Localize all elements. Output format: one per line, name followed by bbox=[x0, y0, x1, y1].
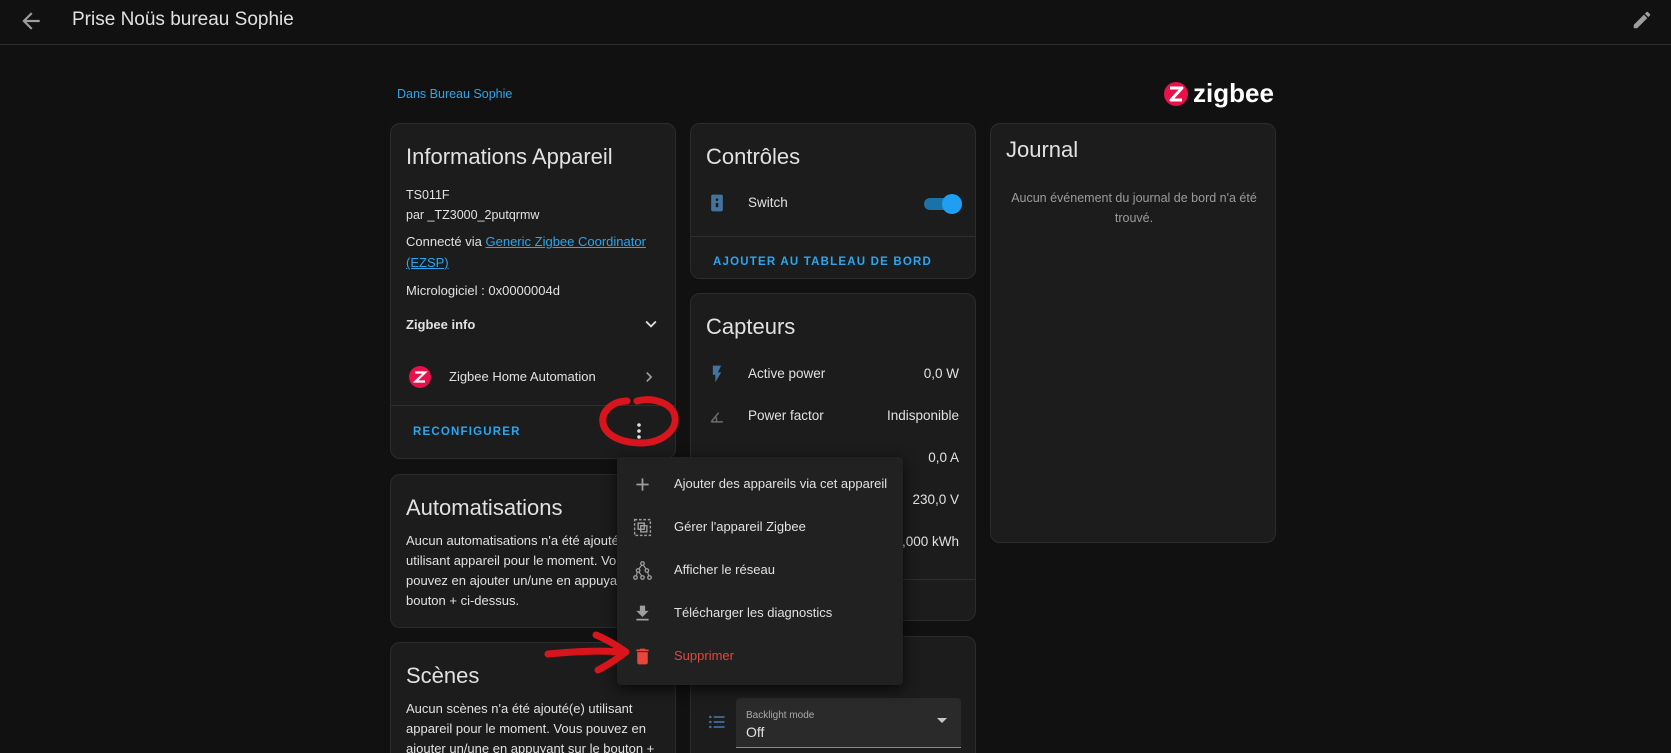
menu-item-manage-zigbee[interactable]: Gérer l'appareil Zigbee bbox=[617, 506, 903, 549]
menu-item-show-network[interactable]: Afficher le réseau bbox=[617, 549, 903, 592]
area-link[interactable]: Dans Bureau Sophie bbox=[397, 87, 512, 101]
card-title: Capteurs bbox=[706, 314, 796, 339]
sensor-label: Active power bbox=[748, 366, 826, 381]
select-label: Backlight mode bbox=[746, 710, 815, 721]
automations-empty-text: Aucun automatisations n'a été ajouté( ut… bbox=[406, 531, 628, 611]
journal-empty-text: Aucun événement du journal de bord n'a é… bbox=[991, 188, 1275, 228]
more-vertical-icon[interactable] bbox=[627, 419, 651, 443]
page-title: Prise Noüs bureau Sophie bbox=[72, 9, 294, 30]
top-app-bar: Prise Noüs bureau Sophie bbox=[0, 0, 1671, 45]
scenes-empty-text: Aucun scènes n'a été ajouté(e) utilisant… bbox=[406, 699, 654, 753]
add-to-dashboard-button[interactable]: AJOUTER AU TABLEAU DE BORD bbox=[713, 256, 932, 268]
text-line: utilisant appareil pour le moment. Vou bbox=[406, 553, 624, 568]
menu-item-delete[interactable]: Supprimer bbox=[617, 635, 903, 678]
text-line: pouvez en ajouter un/une en appuyant bbox=[406, 573, 628, 588]
card-title: Journal bbox=[1006, 137, 1079, 162]
format-list-bulleted-icon bbox=[709, 715, 725, 729]
card-title: Informations Appareil bbox=[406, 144, 613, 169]
text-line: Aucun scènes n'a été ajouté(e) utilisant bbox=[406, 701, 633, 716]
zigbee-integration-icon bbox=[409, 366, 431, 388]
switch-toggle[interactable] bbox=[924, 194, 962, 214]
trash-icon bbox=[636, 648, 649, 665]
reconfigure-button[interactable]: RECONFIGURER bbox=[413, 426, 521, 438]
menu-item-label: Gérer l'appareil Zigbee bbox=[674, 519, 806, 534]
card-title: Contrôles bbox=[706, 144, 801, 169]
sensor-value: 230,0 V bbox=[912, 492, 959, 507]
select-group-icon bbox=[633, 518, 652, 537]
menu-item-download-diagnostics[interactable]: Télécharger les diagnostics bbox=[617, 592, 903, 635]
edit-button[interactable] bbox=[1631, 9, 1655, 33]
card-title: Scènes bbox=[406, 663, 480, 688]
sensor-label: Power factor bbox=[748, 408, 824, 423]
connected-via-prefix: Connecté via bbox=[406, 234, 486, 249]
connected-via: Connecté via Generic Zigbee Coordinator bbox=[406, 234, 646, 249]
menu-item-label: Supprimer bbox=[674, 648, 734, 663]
card-divider bbox=[391, 405, 675, 406]
device-manufacturer: par _TZ3000_2putqrmw bbox=[406, 208, 540, 222]
plus-icon bbox=[636, 478, 649, 491]
network-icon bbox=[633, 561, 652, 580]
menu-item-label: Afficher le réseau bbox=[674, 562, 775, 577]
switch-label: Switch bbox=[748, 195, 788, 210]
toggle-thumb bbox=[942, 194, 962, 214]
pencil-icon bbox=[1633, 11, 1651, 29]
flash-icon bbox=[712, 365, 722, 383]
download-icon bbox=[636, 605, 649, 621]
chevron-down-icon bbox=[645, 320, 657, 328]
menu-item-label: Ajouter des appareils via cet appareil bbox=[674, 476, 888, 491]
text-line: trouvé. bbox=[1114, 211, 1154, 225]
overflow-menu: Ajouter des appareils via cet appareil G… bbox=[617, 457, 903, 685]
firmware-version: Micrologiciel : 0x0000004d bbox=[406, 283, 560, 298]
coordinator-link[interactable]: Generic Zigbee Coordinator bbox=[486, 234, 646, 249]
angle-acute-icon bbox=[710, 412, 723, 423]
text-line: appareil pour le moment. Vous pouvez en bbox=[406, 721, 646, 736]
sensor-value: 0,000 kWh bbox=[894, 534, 959, 549]
device-info-card: Informations Appareil TS011F par _TZ3000… bbox=[390, 123, 676, 459]
text-line: Aucun automatisations n'a été ajouté( bbox=[406, 533, 624, 548]
integration-row[interactable]: Zigbee Home Automation bbox=[391, 359, 675, 395]
chevron-right-icon bbox=[646, 372, 653, 382]
device-model: TS011F bbox=[406, 188, 450, 202]
zigbee-logo-text: zigbee bbox=[1193, 79, 1274, 108]
sensor-value: 0,0 A bbox=[928, 450, 959, 465]
dropdown-arrow-icon bbox=[937, 718, 947, 723]
backlight-mode-select[interactable]: Backlight mode Off bbox=[736, 698, 961, 748]
menu-item-add-devices[interactable]: Ajouter des appareils via cet appareil bbox=[617, 463, 903, 506]
integration-label: Zigbee Home Automation bbox=[449, 369, 596, 384]
journal-card: Journal Aucun événement du journal de bo… bbox=[990, 123, 1276, 543]
menu-item-label: Télécharger les diagnostics bbox=[674, 605, 833, 620]
zigbee-info-expander[interactable]: Zigbee info bbox=[406, 309, 662, 339]
power-socket-icon bbox=[711, 194, 723, 212]
text-line: ajouter un/une en appuyant sur le bouton… bbox=[406, 741, 655, 753]
controls-card: Contrôles Switch AJOUTER AU TABLEAU DE B… bbox=[690, 123, 976, 279]
text-line: bouton + ci-dessus. bbox=[406, 593, 520, 608]
sensor-value: 0,0 W bbox=[923, 366, 959, 381]
zigbee-info-label: Zigbee info bbox=[406, 317, 476, 332]
coordinator-link-continued[interactable]: (EZSP) bbox=[406, 255, 449, 270]
arrow-left-icon bbox=[22, 12, 40, 30]
sensor-value: Indisponible bbox=[886, 408, 959, 423]
card-divider bbox=[691, 236, 975, 237]
card-title: Automatisations bbox=[406, 495, 563, 520]
zigbee-logo: zigbee bbox=[1164, 79, 1274, 108]
text-line: Aucun événement du journal de bord n'a é… bbox=[1011, 191, 1257, 205]
back-button[interactable] bbox=[18, 8, 44, 34]
select-value: Off bbox=[746, 724, 765, 740]
